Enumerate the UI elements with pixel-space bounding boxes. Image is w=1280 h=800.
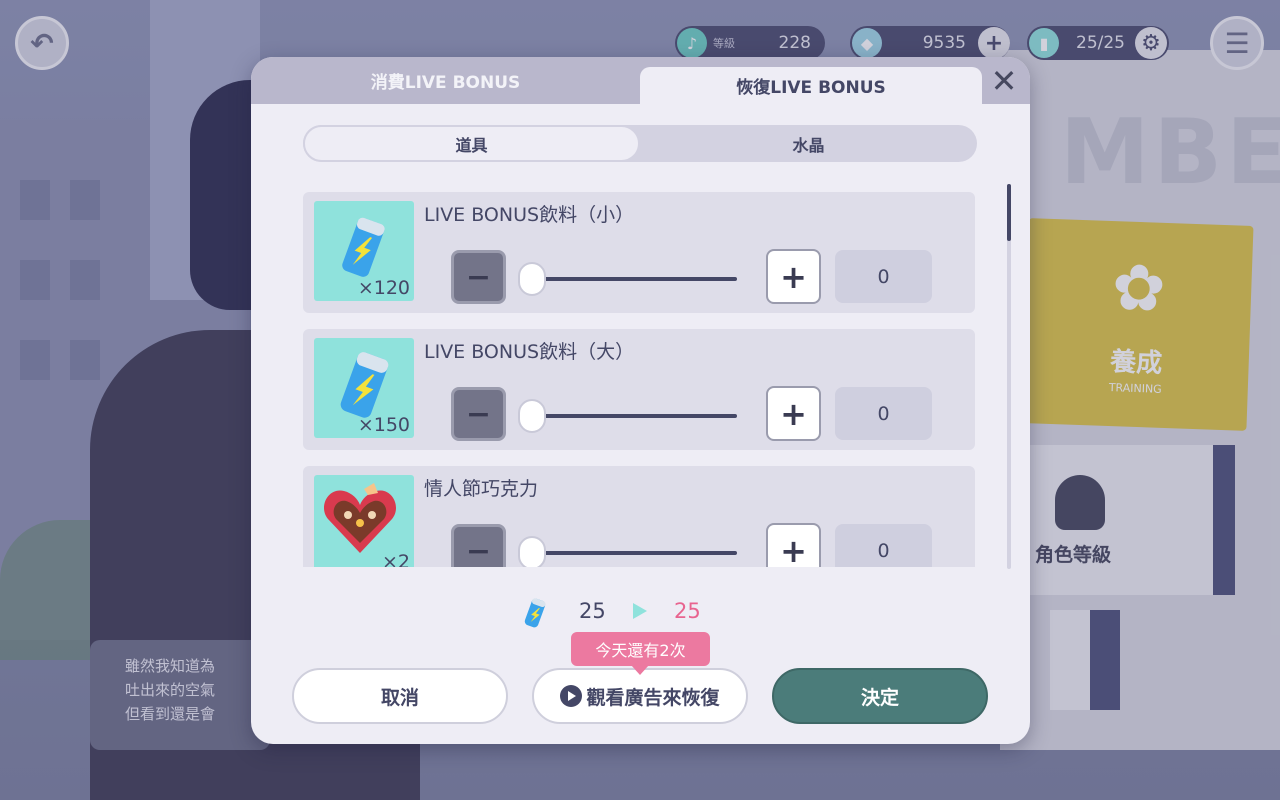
quantity-slider-handle[interactable] — [518, 399, 546, 433]
tab-recover-live-bonus[interactable]: 恢復LIVE BONUS — [640, 67, 982, 104]
recover-type-segment: 道具 水晶 — [303, 125, 977, 162]
confirm-button[interactable]: 決定 — [772, 668, 988, 724]
arrow-right-icon — [633, 603, 647, 619]
list-item: ×120 LIVE BONUS飲料（小） − + 0 — [303, 192, 975, 313]
valentine-chocolate-icon: ×2 — [314, 475, 414, 567]
energy-drink-small-icon: ×120 — [314, 201, 414, 301]
owned-count: ×120 — [357, 277, 410, 299]
decrease-button[interactable]: − — [451, 250, 506, 304]
close-button[interactable]: ✕ — [986, 62, 1022, 100]
quantity-slider-track[interactable] — [531, 277, 737, 281]
ad-remaining-badge: 今天還有2次 — [571, 632, 710, 675]
play-icon — [560, 685, 583, 707]
energy-drink-icon — [524, 598, 546, 628]
scrollbar-thumb[interactable] — [1007, 184, 1011, 241]
quantity-value: 0 — [835, 250, 932, 303]
decrease-button[interactable]: − — [451, 387, 506, 441]
energy-preview: 25 25 — [521, 597, 761, 628]
quantity-value: 0 — [835, 524, 932, 567]
list-item: ×150 LIVE BONUS飲料（大） − + 0 — [303, 329, 975, 450]
live-bonus-modal: 消費LIVE BONUS 恢復LIVE BONUS ✕ 道具 水晶 ×120 L… — [251, 57, 1030, 744]
item-name: LIVE BONUS飲料（大） — [424, 341, 635, 363]
increase-button[interactable]: + — [766, 523, 821, 567]
cancel-button[interactable]: 取消 — [292, 668, 508, 724]
close-icon: ✕ — [990, 62, 1018, 100]
quantity-slider-track[interactable] — [531, 414, 737, 418]
item-name: LIVE BONUS飲料（小） — [424, 204, 635, 226]
owned-count: ×150 — [357, 414, 410, 436]
quantity-value: 0 — [835, 387, 932, 440]
tab-consume-live-bonus[interactable]: 消費LIVE BONUS — [251, 57, 640, 104]
energy-current: 25 — [579, 599, 606, 623]
watch-ad-button[interactable]: 觀看廣告來恢復 — [532, 668, 748, 724]
owned-count: ×2 — [381, 551, 410, 567]
item-name: 情人節巧克力 — [424, 478, 539, 500]
quantity-slider-track[interactable] — [531, 551, 737, 555]
quantity-slider-handle[interactable] — [518, 536, 546, 567]
decrease-button[interactable]: − — [451, 524, 506, 567]
segment-crystal[interactable]: 水晶 — [640, 125, 977, 162]
modal-tab-bar: 消費LIVE BONUS 恢復LIVE BONUS ✕ — [251, 57, 1030, 104]
item-list[interactable]: ×120 LIVE BONUS飲料（小） − + 0 ×150 LIVE BON… — [303, 192, 978, 567]
increase-button[interactable]: + — [766, 249, 821, 304]
increase-button[interactable]: + — [766, 386, 821, 441]
watch-ad-label: 觀看廣告來恢復 — [586, 686, 720, 709]
list-item: ×2 情人節巧克力 − + 0 — [303, 466, 975, 567]
energy-drink-large-icon: ×150 — [314, 338, 414, 438]
list-scrollbar[interactable] — [1007, 184, 1011, 569]
energy-after: 25 — [674, 599, 701, 623]
segment-items[interactable]: 道具 — [303, 125, 640, 162]
quantity-slider-handle[interactable] — [518, 262, 546, 296]
